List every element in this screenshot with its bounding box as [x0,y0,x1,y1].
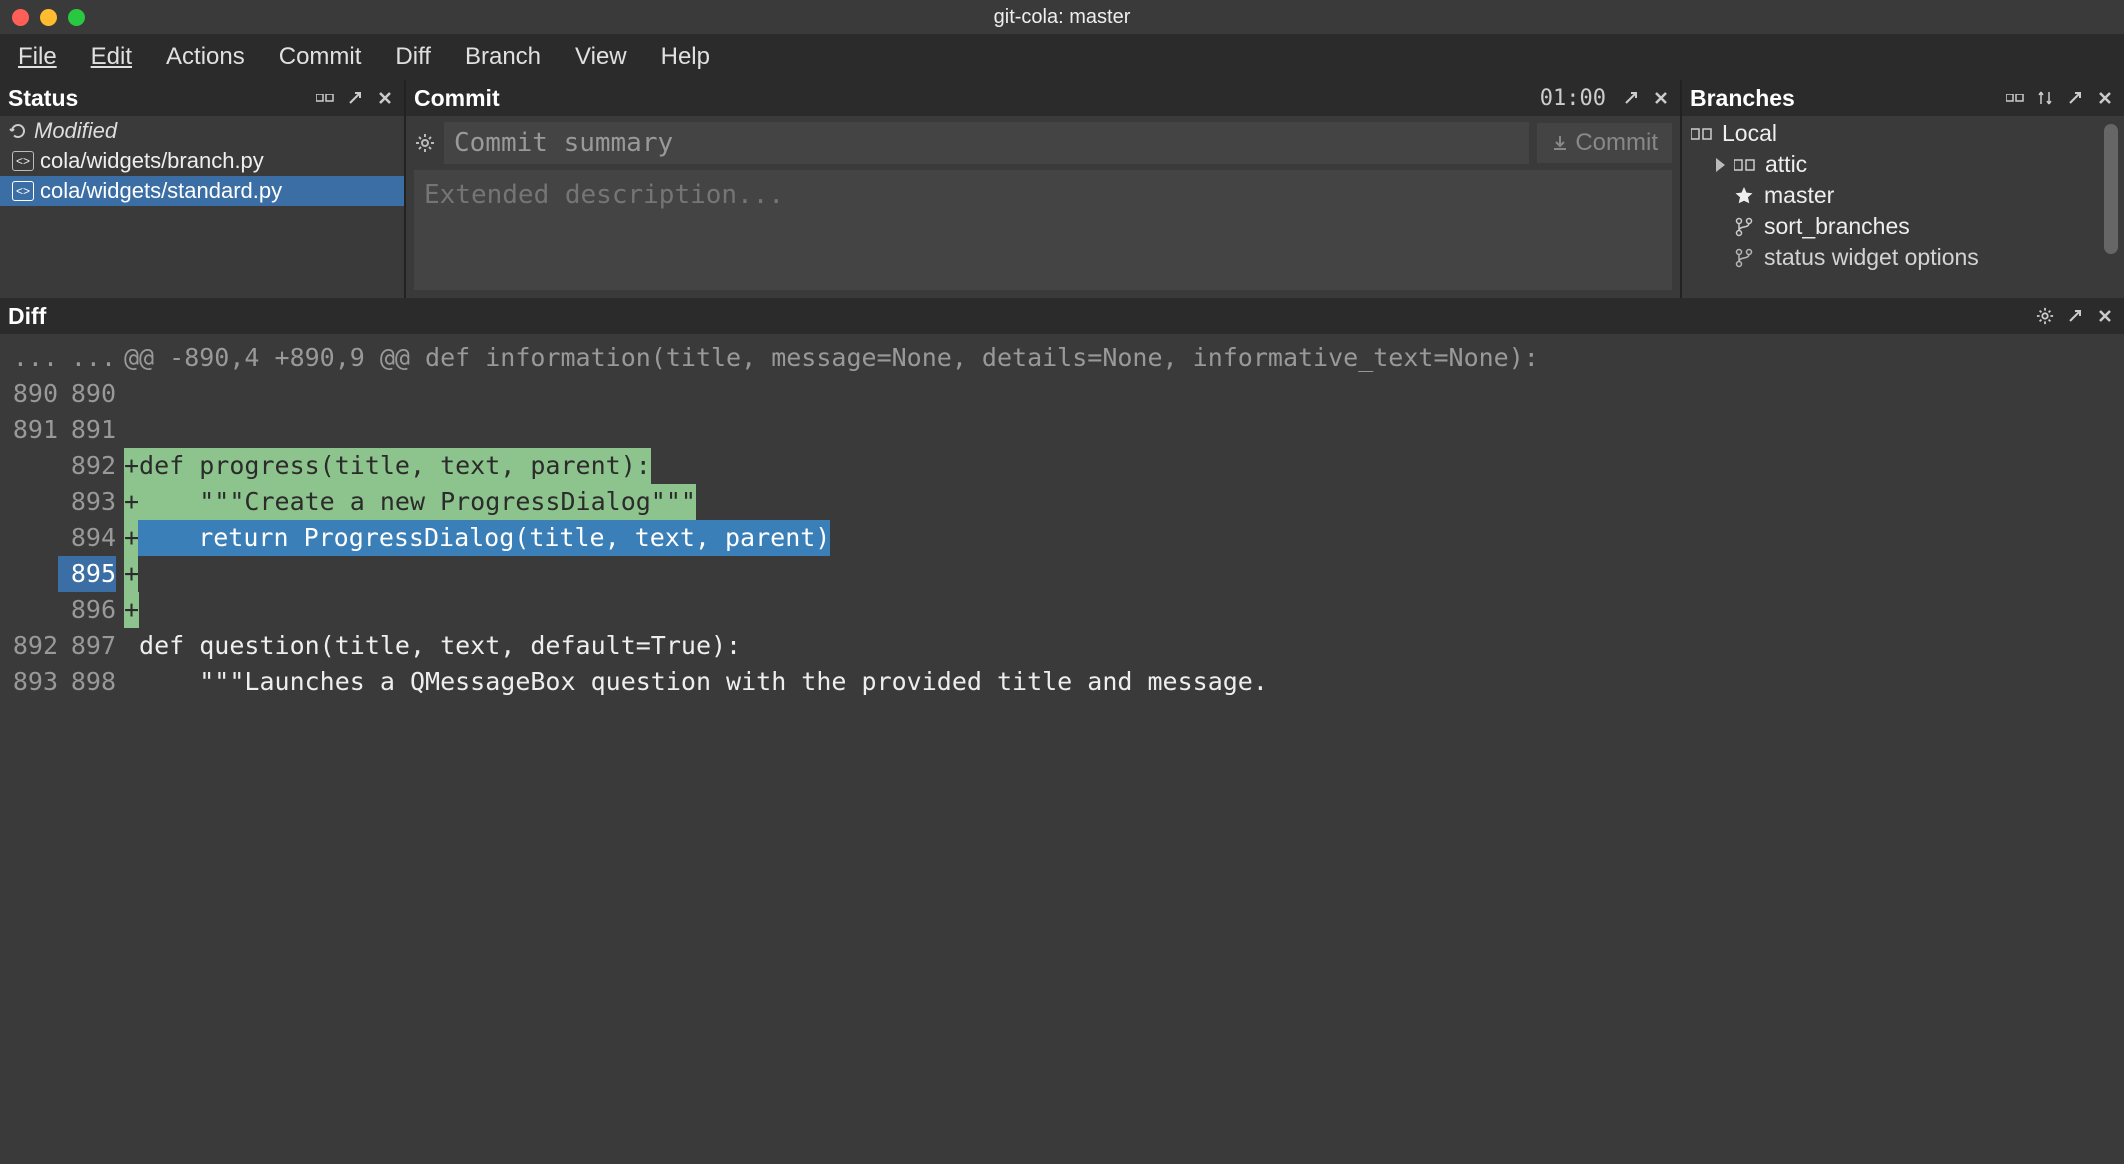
panel-drag-icon[interactable] [314,87,336,109]
diff-title: Diff [8,303,2034,330]
branches-title: Branches [1690,85,1998,112]
commit-button[interactable]: Commit [1537,123,1672,163]
gear-icon[interactable] [2034,305,2056,327]
branch-item-sort-branches[interactable]: sort_branches [1686,211,2120,242]
diff-panel: Diff ......@@ -890,4 +890,9 @@ def infor… [0,298,2124,1164]
status-file-path: cola/widgets/branch.py [40,148,264,174]
minimize-window-button[interactable] [40,9,57,26]
branch-item-label: status widget options [1764,244,1979,271]
branch-item-label: master [1764,182,1834,209]
scrollbar[interactable] [2104,124,2118,254]
diff-line[interactable]: 890890 [0,376,2124,412]
popout-icon[interactable] [1620,87,1642,109]
window-title: git-cola: master [0,6,2124,29]
branch-icon [1732,248,1756,268]
menu-help[interactable]: Help [655,39,716,75]
menu-commit[interactable]: Commit [273,39,368,75]
menu-branch[interactable]: Branch [459,39,547,75]
star-icon [1732,186,1756,206]
commit-title: Commit [414,85,1534,112]
branches-panel: Branches Local [1682,80,2124,298]
file-icon: <> [12,181,34,201]
branches-body: Local attic master sort_branches [1682,116,2124,298]
diff-line[interactable]: 895+ [0,556,2124,592]
refresh-icon [8,121,28,141]
status-modified-header[interactable]: Modified [0,116,404,146]
sort-icon[interactable] [2034,87,2056,109]
menu-actions[interactable]: Actions [160,39,251,75]
diff-body[interactable]: ......@@ -890,4 +890,9 @@ def informatio… [0,334,2124,1164]
popout-icon[interactable] [2064,305,2086,327]
status-file-path: cola/widgets/standard.py [40,178,282,204]
zoom-window-button[interactable] [68,9,85,26]
menu-edit[interactable]: Edit [85,39,138,75]
branch-item-master[interactable]: master [1686,180,2120,211]
commit-summary-input[interactable] [444,122,1529,164]
diff-line[interactable]: 894+ return ProgressDialog(title, text, … [0,520,2124,556]
branch-item-label: attic [1765,151,1807,178]
traffic-lights [12,9,85,26]
branch-item-label: sort_branches [1764,213,1910,240]
status-body: Modified <> cola/widgets/branch.py <> co… [0,116,404,298]
diff-line[interactable]: 896+ [0,592,2124,628]
folder-icon [1690,127,1714,141]
popout-icon[interactable] [344,87,366,109]
status-panel: Status Modified <> [0,80,406,298]
branch-item-status-widget[interactable]: status widget options [1686,242,2120,273]
menu-view[interactable]: View [569,39,633,75]
commit-time-label: 01:00 [1540,86,1606,111]
diff-line[interactable]: 893898 """Launches a QMessageBox questio… [0,664,2124,700]
branches-local-header[interactable]: Local [1686,118,2120,149]
commit-stage-icon [1551,134,1569,152]
status-file-1[interactable]: <> cola/widgets/standard.py [0,176,404,206]
close-window-button[interactable] [12,9,29,26]
menu-diff[interactable]: Diff [389,39,437,75]
folder-icon [1733,158,1757,172]
panel-drag-icon[interactable] [2004,87,2026,109]
status-title: Status [8,85,308,112]
menubar: File Edit Actions Commit Diff Branch Vie… [0,34,2124,80]
diff-line[interactable]: 893+ """Create a new ProgressDialog""" [0,484,2124,520]
close-icon[interactable] [374,87,396,109]
commit-gear-icon[interactable] [414,132,436,154]
close-icon[interactable] [1650,87,1672,109]
titlebar: git-cola: master [0,0,2124,34]
diff-line[interactable]: 891891 [0,412,2124,448]
commit-button-label: Commit [1575,129,1658,157]
branches-local-label: Local [1722,120,1777,147]
branch-item-attic[interactable]: attic [1686,149,2120,180]
commit-description-input[interactable] [414,170,1672,290]
popout-icon[interactable] [2064,87,2086,109]
close-icon[interactable] [2094,305,2116,327]
status-modified-label: Modified [34,118,117,144]
file-icon: <> [12,151,34,171]
menu-file[interactable]: File [12,39,63,75]
diff-line[interactable]: 892+def progress(title, text, parent): [0,448,2124,484]
branch-icon [1732,217,1756,237]
commit-panel: Commit 01:00 Commit [406,80,1682,298]
expand-icon [1716,158,1725,172]
close-icon[interactable] [2094,87,2116,109]
diff-line[interactable]: ......@@ -890,4 +890,9 @@ def informatio… [0,340,2124,376]
diff-line[interactable]: 892897 def question(title, text, default… [0,628,2124,664]
status-file-0[interactable]: <> cola/widgets/branch.py [0,146,404,176]
